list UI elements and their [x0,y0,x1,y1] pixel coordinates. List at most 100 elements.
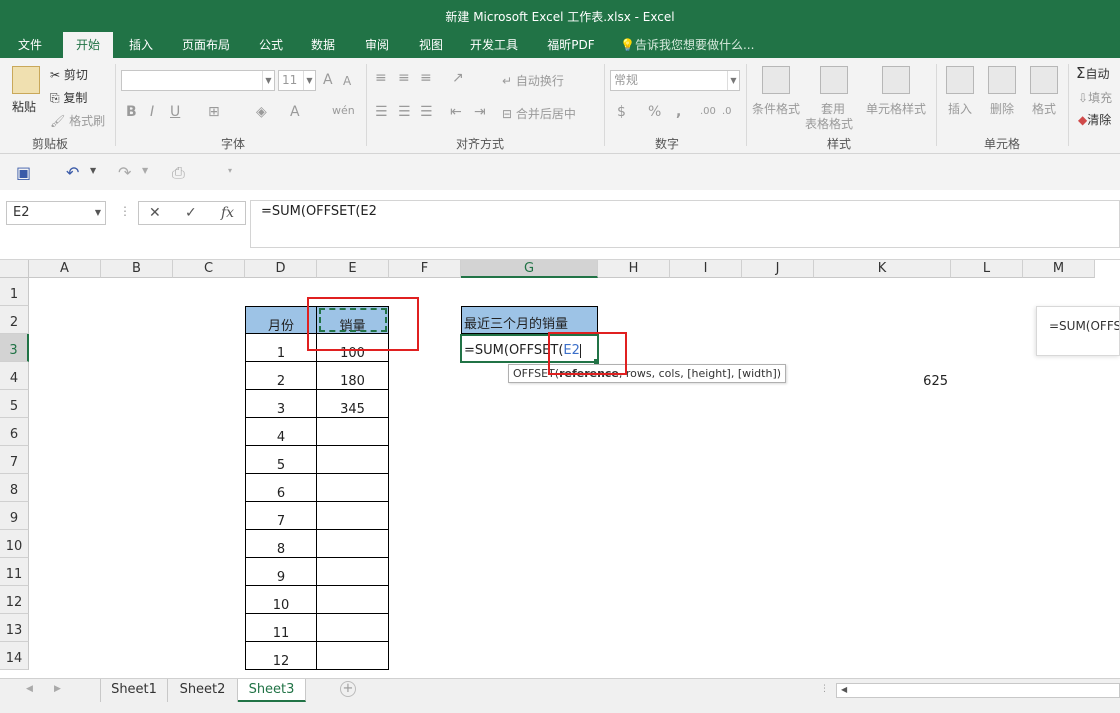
cell-month[interactable]: 4 [245,418,317,446]
row-header[interactable]: 4 [0,362,29,390]
cell-sales[interactable] [317,418,389,446]
autosum-button[interactable]: Σ自动 [1076,64,1110,82]
sheet-options-icon[interactable]: ⋮ [820,684,829,694]
print-preview-icon[interactable]: ⎙ [172,163,185,183]
decrease-indent-icon[interactable]: ⇤ [450,104,462,120]
font-name-combo[interactable]: ▼ [121,70,275,91]
next-sheet-icon[interactable]: ▶ [54,684,61,694]
column-header[interactable]: M [1023,260,1095,278]
paste-button[interactable]: 粘贴 [12,98,36,115]
row-header[interactable]: 13 [0,614,29,642]
cell-sales[interactable]: 345 [317,390,389,418]
cell-month[interactable]: 7 [245,502,317,530]
decrease-font-icon[interactable]: A [343,74,351,88]
column-header[interactable]: A [29,260,101,278]
column-header[interactable]: J [742,260,814,278]
tab-file[interactable]: 文件 [10,32,50,58]
add-sheet-icon[interactable]: + [340,681,356,697]
currency-icon[interactable]: $ [617,104,626,120]
row-header[interactable]: 9 [0,502,29,530]
cell-g2-header[interactable]: 最近三个月的销量 [461,306,598,334]
customize-qat-icon[interactable]: ▾ [228,166,232,175]
clear-button[interactable]: ◆清除 [1078,111,1111,128]
format-cells-button[interactable]: 格式 [1032,100,1056,117]
font-color-icon[interactable]: A [290,104,300,120]
scroll-left-icon[interactable]: ◀ [841,685,847,694]
underline-icon[interactable]: U [170,104,180,120]
align-middle-icon[interactable]: ≡ [398,70,410,86]
undo-icon[interactable]: ↶ [66,163,79,182]
cell-sales[interactable] [317,530,389,558]
horizontal-scrollbar[interactable]: ◀ [836,683,1120,698]
align-left-icon[interactable]: ☰ [375,104,388,120]
chevron-down-icon[interactable]: ▼ [142,166,148,175]
border-icon[interactable]: ⊞ [208,104,220,120]
column-header[interactable]: G [461,260,598,278]
phonetic-icon[interactable]: wén [332,104,355,117]
align-top-icon[interactable]: ≡ [375,70,387,86]
wrap-text-button[interactable]: ↵ 自动换行 [502,72,564,89]
tab-view[interactable]: 视图 [408,32,454,58]
decrease-decimal-icon[interactable]: .0 [722,106,732,117]
column-header[interactable]: H [598,260,670,278]
fill-color-icon[interactable]: ◈ [256,104,267,120]
cell-styles-button[interactable]: 单元格样式 [866,100,926,117]
column-header[interactable]: E [317,260,389,278]
tab-page-layout[interactable]: 页面布局 [174,32,238,58]
insert-cells-button[interactable]: 插入 [948,100,972,117]
format-cells-icon[interactable] [1030,66,1058,94]
increase-font-icon[interactable]: A [323,72,333,88]
cell-month[interactable]: 2 [245,362,317,390]
paste-icon[interactable] [12,66,40,94]
cancel-icon[interactable]: ✕ [149,205,161,221]
cell-styles-icon[interactable] [882,66,910,94]
conditional-format-icon[interactable] [762,66,790,94]
copy-button[interactable]: ⎘ 复制 [50,89,87,106]
cell-month[interactable]: 6 [245,474,317,502]
bold-icon[interactable]: B [126,104,137,120]
italic-icon[interactable]: I [150,104,154,120]
column-header[interactable]: F [389,260,461,278]
tab-home[interactable]: 开始 [63,32,113,58]
cell-sales[interactable] [317,586,389,614]
row-header[interactable]: 1 [0,278,29,306]
cell-month[interactable]: 9 [245,558,317,586]
cell-month[interactable]: 12 [245,642,317,670]
align-bottom-icon[interactable]: ≡ [420,70,432,86]
cell-k4[interactable]: 625 [900,372,948,392]
tab-insert[interactable]: 插入 [118,32,164,58]
row-header[interactable]: 8 [0,474,29,502]
cut-button[interactable]: ✂ 剪切 [50,66,88,83]
format-table-button-line2[interactable]: 表格格式 [805,115,853,132]
font-size-combo[interactable]: 11 ▼ [278,70,316,91]
tell-me-box[interactable]: 💡告诉我您想要做什么... [620,32,770,58]
cell-sales[interactable]: 180 [317,362,389,390]
row-header[interactable]: 11 [0,558,29,586]
cell-sales[interactable] [317,474,389,502]
align-center-icon[interactable]: ☰ [398,104,411,120]
tab-data[interactable]: 数据 [300,32,346,58]
cell-sales[interactable] [317,502,389,530]
column-header[interactable]: B [101,260,173,278]
comma-icon[interactable]: , [676,104,681,120]
name-box[interactable]: E2 ▼ [6,201,106,225]
column-header[interactable]: I [670,260,742,278]
row-header[interactable]: 3 [0,334,29,362]
sheet-tab-sheet2[interactable]: Sheet2 [168,679,238,702]
row-header[interactable]: 5 [0,390,29,418]
chevron-down-icon[interactable]: ▼ [90,166,96,175]
increase-decimal-icon[interactable]: .00 [700,106,716,117]
cell-month[interactable]: 11 [245,614,317,642]
insert-cells-icon[interactable] [946,66,974,94]
column-header[interactable]: L [951,260,1023,278]
cell-sales[interactable] [317,558,389,586]
cell-month[interactable]: 8 [245,530,317,558]
increase-indent-icon[interactable]: ⇥ [474,104,486,120]
save-icon[interactable]: ▣ [16,163,31,182]
cell-month[interactable]: 5 [245,446,317,474]
row-header[interactable]: 7 [0,446,29,474]
cell-sales[interactable] [317,446,389,474]
row-header[interactable]: 12 [0,586,29,614]
number-format-combo[interactable]: 常规 ▼ [610,70,740,91]
tab-review[interactable]: 审阅 [354,32,400,58]
